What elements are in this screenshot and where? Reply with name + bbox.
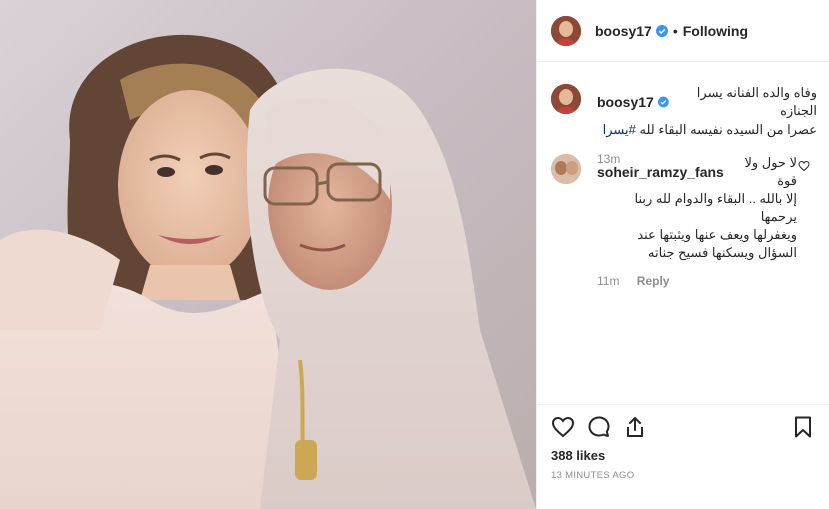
comment-username[interactable]: soheir_ramzy_fans xyxy=(597,164,724,180)
separator-dot: • xyxy=(672,22,678,39)
comment-text-line2: إلا بالله .. البقاء والدوام لله ربنا يرح… xyxy=(634,191,797,224)
reply-button[interactable]: Reply xyxy=(637,274,670,288)
bookmark-icon[interactable] xyxy=(791,415,815,439)
instagram-post: boosy17 • Following boosy17 وفاه والده ا… xyxy=(0,0,829,509)
comment-text-line1: لا حول ولا قوة xyxy=(744,155,797,188)
avatar-image xyxy=(551,15,581,46)
comment-text-line3: ويغفرلها ويعف عنها ويثبتها عند xyxy=(637,227,797,242)
post-side-panel: boosy17 • Following boosy17 وفاه والده ا… xyxy=(536,0,829,509)
avatar-image xyxy=(551,154,581,184)
verified-badge-icon xyxy=(655,24,668,37)
post-username[interactable]: boosy17 xyxy=(595,23,652,39)
avatar[interactable] xyxy=(551,154,581,184)
comment-icon[interactable] xyxy=(587,415,611,439)
caption-username[interactable]: boosy17 xyxy=(597,94,654,110)
comment-item: soheir_ramzy_fans لا حول ولا قوة إلا بال… xyxy=(537,154,829,288)
post-header: boosy17 • Following xyxy=(537,0,829,62)
post-actions: 388 likes 13 MINUTES AGO xyxy=(537,404,829,509)
caption-text-line2-row: عصرا من السيده نفيسه البقاء لله #يسرا xyxy=(597,121,817,139)
heart-icon[interactable] xyxy=(551,415,575,439)
action-icons xyxy=(551,415,815,441)
avatar[interactable] xyxy=(551,84,581,114)
comment-time: 11m xyxy=(597,274,620,288)
caption-text-line2: عصرا من السيده نفيسه البقاء لله xyxy=(639,122,817,137)
following-button[interactable]: Following xyxy=(683,23,748,39)
verified-badge-icon xyxy=(657,96,669,108)
share-icon[interactable] xyxy=(623,415,647,439)
likes-count[interactable]: 388 likes xyxy=(551,448,605,463)
photo-illustration xyxy=(0,0,536,509)
comment-like-icon[interactable] xyxy=(798,160,810,172)
post-timestamp: 13 MINUTES AGO xyxy=(551,470,635,481)
post-photo[interactable] xyxy=(0,0,536,509)
comment-text-line4: السؤال ويسكنها فسيح جناته xyxy=(648,245,797,260)
caption-text-line1: وفاه والده الفنانه يسرا الجنازه xyxy=(696,85,817,118)
avatar-image xyxy=(551,84,581,114)
caption-hashtag[interactable]: #يسرا xyxy=(603,122,636,137)
avatar[interactable] xyxy=(551,15,581,46)
